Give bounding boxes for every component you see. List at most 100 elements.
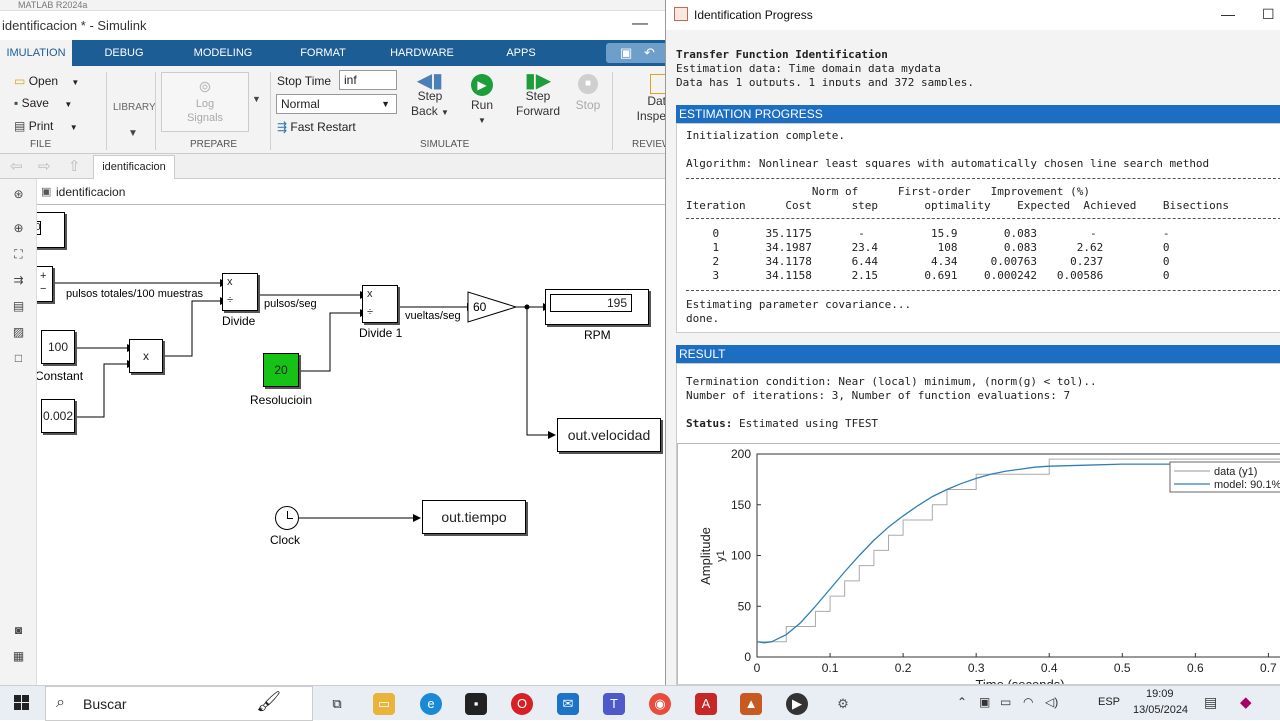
minimize-button[interactable]: — [1221,6,1235,22]
tray-app-icon[interactable]: ▣ [979,695,990,709]
model-canvas[interactable]: 0 + − pulsos totales/100 muestras x ÷ Di… [37,206,666,685]
maximize-button[interactable]: ☐ [1262,6,1275,23]
language-indicator[interactable]: ESP [1098,696,1120,708]
open-label: Open [28,74,59,88]
image-icon[interactable]: ▨ [10,325,27,340]
mail-icon[interactable]: ✉ [557,693,579,715]
tab-apps[interactable]: APPS [498,40,544,66]
display-block-partial[interactable]: 0 [37,212,65,248]
stop-button[interactable]: ■ Stop [572,74,604,113]
algorithm-line: Algorithm: Nonlinear least squares with … [686,157,1210,170]
forward-arrow-icon[interactable]: ⇨ [38,157,51,175]
divide-label: Divide [222,314,256,328]
taskbar-search[interactable]: ⌕ Buscar 🖌 [45,686,313,721]
resolucion-constant-block[interactable]: 20 [263,353,299,387]
rpm-value: 195 [550,294,632,312]
screenshot-icon[interactable]: ◙ [10,623,27,638]
rpm-display-block[interactable]: 195 [545,289,649,325]
section-review-label: REVIEW [632,139,666,150]
step-forward-button[interactable]: ▮▶ Step Forward [512,71,564,119]
tab-format[interactable]: FORMAT [292,40,354,66]
undo-icon[interactable]: ↶ [644,45,655,61]
zoom-icon[interactable]: ⊕ [10,221,27,236]
save-button[interactable]: ▪ Save ▼ [14,96,72,110]
app-icon[interactable]: ▪ [465,693,487,715]
breadcrumb-model[interactable]: identificacion [56,185,125,199]
teams-icon[interactable]: T [603,693,625,715]
file-explorer-icon[interactable]: ▭ [373,693,395,715]
stop-time-input[interactable]: inf [339,70,397,90]
minimize-button[interactable]: — [632,15,648,33]
clock-time[interactable]: 19:09 [1146,688,1174,700]
to-workspace-velocidad-block[interactable]: out.velocidad [557,418,661,452]
sum-block[interactable]: + − [37,266,53,302]
volume-icon[interactable]: ◁) [1045,695,1058,709]
print-button[interactable]: ▤ Print ▼ [14,119,78,133]
library-button[interactable]: LIBRARY [113,102,156,113]
step-forward-label: Step [525,89,551,103]
area-icon[interactable]: □ [10,351,27,366]
summary-data-line: Estimation data: Time domain data mydata [676,62,941,75]
route-lines-icon[interactable]: ⇉ [10,273,27,288]
annotation-icon[interactable]: ▤ [10,299,27,314]
fit-view-icon[interactable]: ⛶ [10,247,27,262]
opera-icon[interactable]: O [511,693,533,715]
table-divider [686,218,1280,219]
clock-date[interactable]: 13/05/2024 [1133,704,1188,716]
notifications-icon[interactable]: ▤ [1204,694,1217,711]
tab-debug[interactable]: DEBUG [92,40,156,66]
y-tick-label: 50 [738,599,752,613]
tab-hardware[interactable]: HARDWARE [382,40,462,66]
fast-restart-button[interactable]: ⇶ Fast Restart [277,120,356,134]
init-line: Initialization complete. [686,129,845,142]
product-block[interactable]: x [129,339,163,373]
tab-modeling[interactable]: MODELING [182,40,264,66]
task-view-icon[interactable]: ⧉ [326,693,348,715]
constant-block[interactable]: 100 [41,330,75,364]
log-signals-button[interactable]: ⊚ Log Signals [161,72,249,132]
divide-block[interactable]: x ÷ [222,273,258,311]
copilot-icon[interactable]: ◆ [1240,693,1252,711]
battery-icon[interactable]: ▭ [1000,695,1011,709]
step-back-button[interactable]: ◀▮ Step Back ▼ [410,71,450,120]
chrome-icon[interactable]: ◉ [649,693,671,715]
signal-label-pulsos: pulsos totales/100 muestras [66,288,203,300]
acrobat-icon[interactable]: A [695,693,717,715]
app-icon-2[interactable]: ⚙ [832,693,854,715]
save-icon[interactable]: ▣ [620,45,632,61]
media-player-icon[interactable]: ▶ [786,693,808,715]
mode-value: Normal [281,97,320,111]
floppy-icon: ▪ [14,96,19,110]
chevron-down-icon: ▼ [381,99,390,109]
run-button[interactable]: ▶ Run ▼ [464,74,500,128]
up-arrow-icon[interactable]: ⇧ [68,157,81,175]
response-plot[interactable]: 0 0.1 0.2 0.3 0.4 0.5 0.6 0.7 0 50 100 150 200 Amplit… [678,444,1280,685]
ribbon-divider [106,72,107,150]
stop-label: Stop [575,98,601,112]
result-panel[interactable]: Termination condition: Near (local) mini… [676,363,1280,685]
clock-icon[interactable] [275,506,299,530]
wifi-icon[interactable]: ◠ [1023,695,1033,709]
hide-browser-icon[interactable]: ⊛ [10,187,27,202]
windows-start-icon[interactable] [14,695,30,711]
tab-simulation[interactable]: IMULATION [0,40,72,66]
to-workspace-tiempo-block[interactable]: out.tiempo [422,500,526,534]
estimation-progress-panel[interactable]: Initialization complete. Algorithm: Nonl… [676,123,1280,333]
result-header: RESULT [676,345,1280,363]
matlab-taskbar-icon[interactable]: ▲ [740,693,762,715]
sample-time-constant-block[interactable]: 0.002 [41,399,75,433]
property-inspector-icon[interactable]: ▦ [10,649,27,664]
prepare-gallery-expand[interactable]: ▼ [252,94,268,114]
tab-identificacion[interactable]: identificacion [93,155,175,179]
back-arrow-icon[interactable]: ⇦ [10,157,23,175]
chevron-down-icon[interactable]: ▼ [128,128,138,139]
table-row: 2 34.1178 6.44 4.34 0.00763 0.237 0 [686,255,1170,268]
simulation-mode-select[interactable]: Normal ▼ [276,94,397,114]
tray-chevron-icon[interactable]: ⌃ [957,695,967,709]
section-file-label: FILE [30,139,52,150]
data-inspector-button[interactable]: Dat Inspe [620,74,666,124]
open-button[interactable]: ▭ Open ▼ [14,74,79,88]
edge-icon[interactable]: e [420,693,442,715]
y-tick-label: 100 [731,549,751,563]
divide1-block[interactable]: x ÷ [362,285,398,323]
